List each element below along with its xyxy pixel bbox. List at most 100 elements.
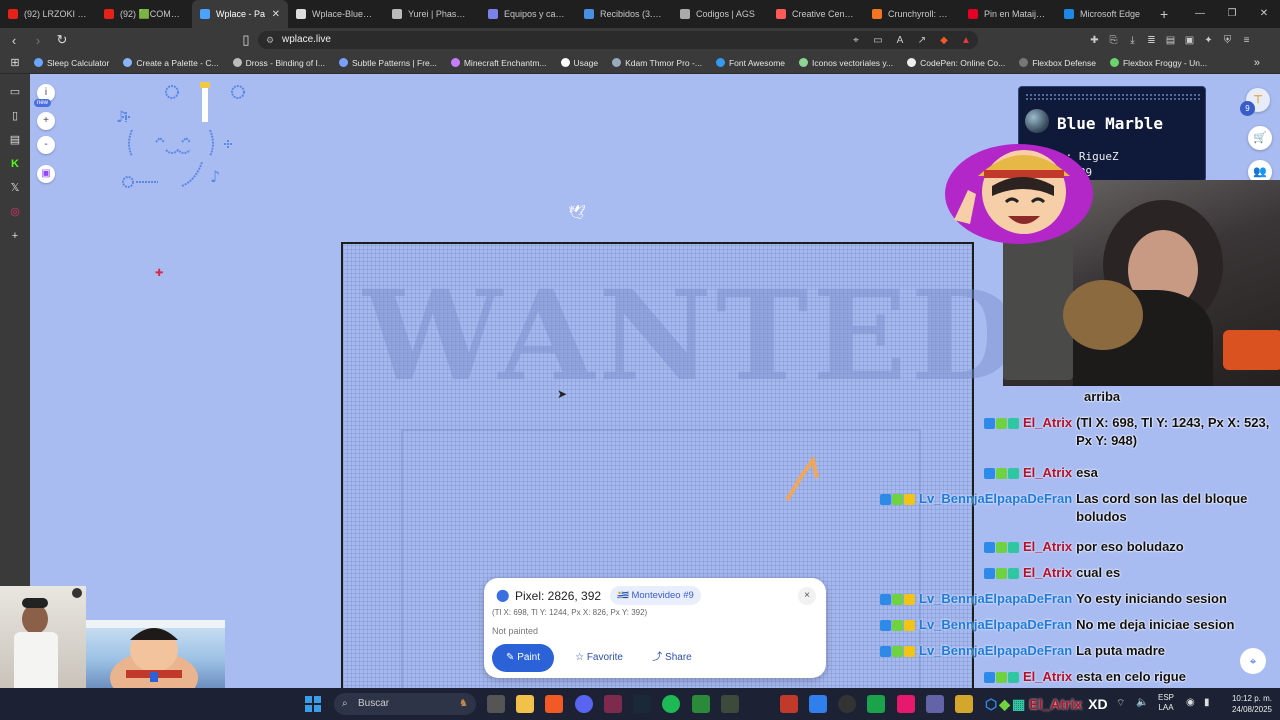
bookmark-item[interactable]: CodePen: Online Co...	[907, 58, 1005, 68]
spotify-icon[interactable]	[662, 695, 680, 713]
close-window-icon[interactable]: ✕	[1248, 0, 1280, 28]
bookmark-item[interactable]: Create a Palette - C...	[123, 58, 219, 68]
apps-grid-icon[interactable]: ⊞	[0, 56, 30, 69]
wifi-icon[interactable]: ⌔	[1116, 697, 1125, 710]
kick-icon[interactable]: K	[7, 156, 23, 172]
location-icon[interactable]: ⌖	[845, 35, 867, 46]
headset-icon[interactable]	[867, 695, 885, 713]
chat-text: (Tl X: 698, Tl Y: 1243, Px X: 523, Px Y:…	[1076, 415, 1270, 448]
bookmark-item[interactable]: Dross - Binding of I...	[232, 58, 325, 68]
task-view-icon[interactable]	[487, 695, 505, 713]
video-editor-icon[interactable]	[780, 695, 798, 713]
add-panel-icon[interactable]: +	[7, 228, 23, 244]
download-icon[interactable]: ⤓	[1123, 35, 1142, 46]
browser-tab[interactable]: Codigos | AGS	[672, 0, 768, 28]
reading-list-side-icon[interactable]: ▤	[7, 132, 23, 148]
browser-tab[interactable]: Creative Center: c	[768, 0, 864, 28]
level-badge: 9	[1240, 101, 1255, 116]
browser-tab[interactable]: (92) 🟩COMO PC	[96, 0, 192, 28]
bookmark-item[interactable]: Flexbox Froggy - Un...	[1109, 58, 1207, 68]
bookmark-item[interactable]: Flexbox Defense	[1019, 58, 1096, 68]
tab-favicon-icon	[584, 9, 594, 19]
vpn-icon[interactable]: ⛨	[1218, 35, 1237, 46]
discord-icon[interactable]	[575, 695, 593, 713]
bookmark-item[interactable]: Iconos vectoriales y...	[799, 58, 893, 68]
bookmark-item[interactable]: Font Awesome	[715, 58, 785, 68]
bookmark-item[interactable]: Minecraft Enchantm...	[450, 58, 547, 68]
minimize-icon[interactable]: —	[1184, 0, 1216, 28]
cast-icon[interactable]: ▭	[867, 35, 889, 46]
favorite-button[interactable]: ☆ Favorite	[562, 644, 636, 672]
screenshot-icon[interactable]: ⎘	[1104, 35, 1123, 46]
leo-ai-icon[interactable]: ✦	[1199, 35, 1218, 46]
back-icon[interactable]: ‹	[4, 33, 24, 48]
zoom-in-button[interactable]: +	[37, 112, 55, 130]
restore-icon[interactable]: ❐	[1216, 0, 1248, 28]
vscode-icon[interactable]	[809, 695, 827, 713]
bookmark-page-icon[interactable]: ▯	[236, 32, 256, 48]
zoom-out-button[interactable]: -	[37, 136, 55, 154]
sidebar-icon[interactable]: ▤	[1161, 35, 1180, 46]
extensions-icon[interactable]: ✚	[1085, 35, 1104, 46]
battery-icon[interactable]: ▮	[1204, 697, 1210, 708]
share-button[interactable]: ⤴ Share	[642, 644, 702, 672]
tabs-icon[interactable]: ▭	[7, 84, 23, 100]
site-info-icon[interactable]: ⚙	[266, 31, 274, 49]
taskbar-search[interactable]: ⌕ Buscar ♞	[334, 693, 476, 715]
game-icon[interactable]	[955, 695, 973, 713]
xbox-icon[interactable]	[692, 695, 710, 713]
panel-drag-handle[interactable]	[1025, 93, 1201, 101]
brave-shield-icon[interactable]: ◆	[933, 35, 955, 46]
more-bookmarks-icon[interactable]: »	[1254, 57, 1260, 69]
chatgpt-icon[interactable]	[838, 695, 856, 713]
instagram-icon[interactable]: ◎	[7, 204, 23, 220]
bookmark-item[interactable]: Kdam Thmor Pro -...	[612, 58, 702, 68]
wallet-icon[interactable]: ▣	[1180, 35, 1199, 46]
steam-icon[interactable]	[633, 695, 651, 713]
translate-icon[interactable]: A	[889, 35, 911, 46]
brave-browser-icon[interactable]	[545, 695, 563, 713]
volume-icon[interactable]: 🔈	[1136, 697, 1148, 708]
reading-list-icon[interactable]: ≣	[1142, 35, 1161, 46]
tab-favicon-icon	[968, 9, 978, 19]
system-clock[interactable]: 10:12 p. m. 24/08/2025	[1220, 693, 1272, 715]
paint-button[interactable]: ✎ Paint	[492, 644, 554, 672]
teams-icon[interactable]	[926, 695, 944, 713]
bookmark-item[interactable]: Sleep Calculator	[34, 58, 109, 68]
new-tab-button[interactable]: +	[1160, 6, 1168, 22]
close-tab-icon[interactable]: ✕	[272, 9, 280, 20]
tray-speaker-icon[interactable]: ◉	[1186, 697, 1195, 708]
browser-tab[interactable]: Equipos y canales	[480, 0, 576, 28]
browser-tab[interactable]: Wplace-BlueMarb	[288, 0, 384, 28]
browser-tab[interactable]: Wplace - Pa ✕	[192, 0, 288, 28]
windows-start-icon[interactable]	[305, 696, 321, 712]
language-indicator[interactable]: ESP LAA	[1158, 693, 1174, 713]
browser-tab[interactable]: Pin en Mataija id	[960, 0, 1056, 28]
bookmarks-icon[interactable]: ▯	[7, 108, 23, 124]
file-explorer-icon[interactable]	[516, 695, 534, 713]
store-cart-icon[interactable]: 🛒	[1248, 126, 1272, 150]
menu-icon[interactable]: ≡	[1237, 35, 1256, 46]
terminal-icon[interactable]	[604, 695, 622, 713]
reload-icon[interactable]: ↻	[52, 32, 72, 48]
browser-tab[interactable]: Microsoft Edge	[1056, 0, 1152, 28]
twitch-icon[interactable]: ▣	[37, 165, 55, 183]
tab-title: Yurei | Phasmoph	[408, 9, 472, 19]
chat-message: Lv_BennjaElpapaDeFran Las cord son las de…	[880, 490, 1276, 526]
browser-tab[interactable]: Crunchyroll: Wat	[864, 0, 960, 28]
browser-tab[interactable]: Yurei | Phasmoph	[384, 0, 480, 28]
share-page-icon[interactable]: ↗	[911, 35, 933, 46]
pixel-coordinates-title: Pixel: 2826, 392	[515, 589, 602, 603]
minecraft-icon[interactable]	[721, 695, 739, 713]
close-card-button[interactable]: ×	[798, 587, 816, 605]
tiktok-icon[interactable]	[897, 695, 915, 713]
browser-tab[interactable]: (92) LRZOKI - You	[0, 0, 96, 28]
bookmark-item[interactable]: Usage	[560, 58, 598, 68]
browser-tab[interactable]: Recibidos (3.874)	[576, 0, 672, 28]
tab-title: (92) 🟩COMO PC	[120, 8, 184, 19]
region-badge[interactable]: 🇺🇾 Montevideo #9	[610, 586, 701, 605]
brave-rewards-icon[interactable]: ▲	[955, 35, 977, 46]
bookmark-item[interactable]: Subtle Patterns | Fre...	[338, 58, 437, 68]
forward-icon[interactable]: ›	[28, 33, 48, 48]
x-twitter-icon[interactable]: 𝕏	[7, 180, 23, 196]
